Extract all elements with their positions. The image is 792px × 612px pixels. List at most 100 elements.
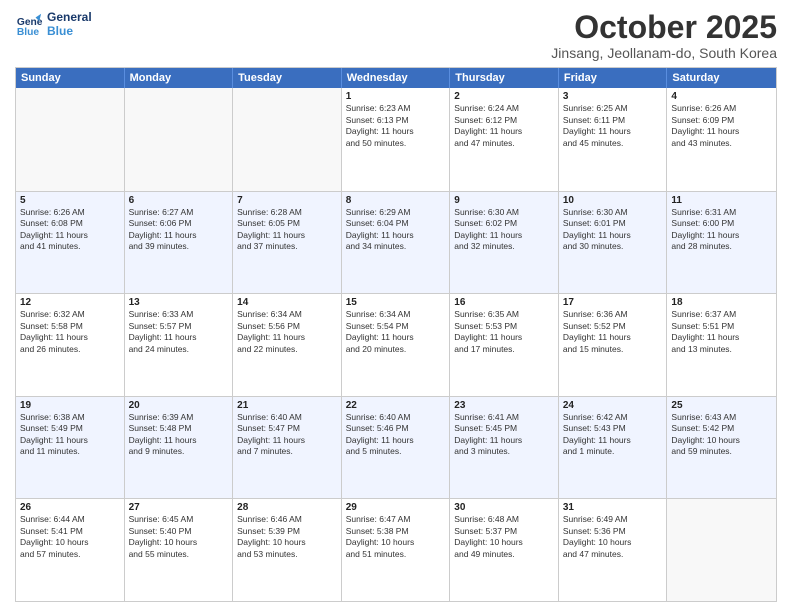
cell-info: Sunrise: 6:25 AM Sunset: 6:11 PM Dayligh… bbox=[563, 103, 663, 149]
calendar-cell: 25Sunrise: 6:43 AM Sunset: 5:42 PM Dayli… bbox=[667, 397, 776, 499]
day-number: 21 bbox=[237, 400, 337, 411]
calendar-cell: 29Sunrise: 6:47 AM Sunset: 5:38 PM Dayli… bbox=[342, 499, 451, 601]
day-number: 22 bbox=[346, 400, 446, 411]
calendar-cell: 17Sunrise: 6:36 AM Sunset: 5:52 PM Dayli… bbox=[559, 294, 668, 396]
cell-info: Sunrise: 6:26 AM Sunset: 6:08 PM Dayligh… bbox=[20, 207, 120, 253]
month-title: October 2025 bbox=[551, 10, 777, 45]
calendar-cell: 6Sunrise: 6:27 AM Sunset: 6:06 PM Daylig… bbox=[125, 192, 234, 294]
day-number: 16 bbox=[454, 297, 554, 308]
day-number: 2 bbox=[454, 91, 554, 102]
calendar-cell: 15Sunrise: 6:34 AM Sunset: 5:54 PM Dayli… bbox=[342, 294, 451, 396]
calendar-cell: 27Sunrise: 6:45 AM Sunset: 5:40 PM Dayli… bbox=[125, 499, 234, 601]
calendar-cell: 7Sunrise: 6:28 AM Sunset: 6:05 PM Daylig… bbox=[233, 192, 342, 294]
cell-info: Sunrise: 6:39 AM Sunset: 5:48 PM Dayligh… bbox=[129, 412, 229, 458]
cell-info: Sunrise: 6:40 AM Sunset: 5:46 PM Dayligh… bbox=[346, 412, 446, 458]
logo: General Blue General Blue bbox=[15, 10, 92, 39]
calendar-row: 26Sunrise: 6:44 AM Sunset: 5:41 PM Dayli… bbox=[16, 498, 776, 601]
cell-info: Sunrise: 6:33 AM Sunset: 5:57 PM Dayligh… bbox=[129, 309, 229, 355]
calendar-cell: 28Sunrise: 6:46 AM Sunset: 5:39 PM Dayli… bbox=[233, 499, 342, 601]
cell-info: Sunrise: 6:24 AM Sunset: 6:12 PM Dayligh… bbox=[454, 103, 554, 149]
calendar-cell: 2Sunrise: 6:24 AM Sunset: 6:12 PM Daylig… bbox=[450, 88, 559, 191]
page: General Blue General Blue October 2025 J… bbox=[0, 0, 792, 612]
cell-info: Sunrise: 6:44 AM Sunset: 5:41 PM Dayligh… bbox=[20, 514, 120, 560]
day-number: 31 bbox=[563, 502, 663, 513]
day-number: 1 bbox=[346, 91, 446, 102]
calendar-cell: 4Sunrise: 6:26 AM Sunset: 6:09 PM Daylig… bbox=[667, 88, 776, 191]
day-number: 27 bbox=[129, 502, 229, 513]
day-number: 19 bbox=[20, 400, 120, 411]
day-header-thursday: Thursday bbox=[450, 68, 559, 88]
calendar-cell: 19Sunrise: 6:38 AM Sunset: 5:49 PM Dayli… bbox=[16, 397, 125, 499]
calendar-cell: 22Sunrise: 6:40 AM Sunset: 5:46 PM Dayli… bbox=[342, 397, 451, 499]
day-number: 24 bbox=[563, 400, 663, 411]
header: General Blue General Blue October 2025 J… bbox=[15, 10, 777, 61]
day-number: 17 bbox=[563, 297, 663, 308]
cell-info: Sunrise: 6:42 AM Sunset: 5:43 PM Dayligh… bbox=[563, 412, 663, 458]
day-number: 29 bbox=[346, 502, 446, 513]
day-header-tuesday: Tuesday bbox=[233, 68, 342, 88]
day-header-monday: Monday bbox=[125, 68, 234, 88]
day-number: 26 bbox=[20, 502, 120, 513]
calendar-cell: 11Sunrise: 6:31 AM Sunset: 6:00 PM Dayli… bbox=[667, 192, 776, 294]
calendar-body: 1Sunrise: 6:23 AM Sunset: 6:13 PM Daylig… bbox=[16, 88, 776, 601]
calendar-cell: 31Sunrise: 6:49 AM Sunset: 5:36 PM Dayli… bbox=[559, 499, 668, 601]
calendar-cell: 14Sunrise: 6:34 AM Sunset: 5:56 PM Dayli… bbox=[233, 294, 342, 396]
empty-cell bbox=[667, 499, 776, 601]
calendar-cell: 30Sunrise: 6:48 AM Sunset: 5:37 PM Dayli… bbox=[450, 499, 559, 601]
cell-info: Sunrise: 6:29 AM Sunset: 6:04 PM Dayligh… bbox=[346, 207, 446, 253]
calendar: SundayMondayTuesdayWednesdayThursdayFrid… bbox=[15, 67, 777, 602]
location: Jinsang, Jeollanam-do, South Korea bbox=[551, 45, 777, 61]
day-number: 7 bbox=[237, 195, 337, 206]
day-number: 23 bbox=[454, 400, 554, 411]
logo-general: General bbox=[47, 10, 92, 24]
day-header-saturday: Saturday bbox=[667, 68, 776, 88]
svg-text:Blue: Blue bbox=[17, 28, 40, 39]
calendar-cell: 5Sunrise: 6:26 AM Sunset: 6:08 PM Daylig… bbox=[16, 192, 125, 294]
cell-info: Sunrise: 6:43 AM Sunset: 5:42 PM Dayligh… bbox=[671, 412, 772, 458]
day-number: 11 bbox=[671, 195, 772, 206]
cell-info: Sunrise: 6:46 AM Sunset: 5:39 PM Dayligh… bbox=[237, 514, 337, 560]
day-number: 20 bbox=[129, 400, 229, 411]
day-number: 12 bbox=[20, 297, 120, 308]
calendar-row: 5Sunrise: 6:26 AM Sunset: 6:08 PM Daylig… bbox=[16, 191, 776, 294]
empty-cell bbox=[125, 88, 234, 191]
cell-info: Sunrise: 6:36 AM Sunset: 5:52 PM Dayligh… bbox=[563, 309, 663, 355]
day-number: 15 bbox=[346, 297, 446, 308]
day-number: 25 bbox=[671, 400, 772, 411]
day-number: 18 bbox=[671, 297, 772, 308]
calendar-row: 19Sunrise: 6:38 AM Sunset: 5:49 PM Dayli… bbox=[16, 396, 776, 499]
day-number: 28 bbox=[237, 502, 337, 513]
calendar-cell: 18Sunrise: 6:37 AM Sunset: 5:51 PM Dayli… bbox=[667, 294, 776, 396]
day-header-wednesday: Wednesday bbox=[342, 68, 451, 88]
calendar-cell: 16Sunrise: 6:35 AM Sunset: 5:53 PM Dayli… bbox=[450, 294, 559, 396]
logo-icon: General Blue bbox=[15, 10, 43, 38]
day-number: 4 bbox=[671, 91, 772, 102]
day-header-friday: Friday bbox=[559, 68, 668, 88]
day-number: 3 bbox=[563, 91, 663, 102]
calendar-cell: 24Sunrise: 6:42 AM Sunset: 5:43 PM Dayli… bbox=[559, 397, 668, 499]
cell-info: Sunrise: 6:32 AM Sunset: 5:58 PM Dayligh… bbox=[20, 309, 120, 355]
day-number: 30 bbox=[454, 502, 554, 513]
day-number: 10 bbox=[563, 195, 663, 206]
calendar-cell: 13Sunrise: 6:33 AM Sunset: 5:57 PM Dayli… bbox=[125, 294, 234, 396]
logo-blue: Blue bbox=[47, 24, 92, 38]
cell-info: Sunrise: 6:34 AM Sunset: 5:54 PM Dayligh… bbox=[346, 309, 446, 355]
day-number: 13 bbox=[129, 297, 229, 308]
cell-info: Sunrise: 6:48 AM Sunset: 5:37 PM Dayligh… bbox=[454, 514, 554, 560]
day-number: 9 bbox=[454, 195, 554, 206]
cell-info: Sunrise: 6:23 AM Sunset: 6:13 PM Dayligh… bbox=[346, 103, 446, 149]
cell-info: Sunrise: 6:30 AM Sunset: 6:01 PM Dayligh… bbox=[563, 207, 663, 253]
calendar-row: 12Sunrise: 6:32 AM Sunset: 5:58 PM Dayli… bbox=[16, 293, 776, 396]
cell-info: Sunrise: 6:47 AM Sunset: 5:38 PM Dayligh… bbox=[346, 514, 446, 560]
calendar-cell: 23Sunrise: 6:41 AM Sunset: 5:45 PM Dayli… bbox=[450, 397, 559, 499]
calendar-cell: 21Sunrise: 6:40 AM Sunset: 5:47 PM Dayli… bbox=[233, 397, 342, 499]
calendar-cell: 20Sunrise: 6:39 AM Sunset: 5:48 PM Dayli… bbox=[125, 397, 234, 499]
calendar-cell: 1Sunrise: 6:23 AM Sunset: 6:13 PM Daylig… bbox=[342, 88, 451, 191]
cell-info: Sunrise: 6:26 AM Sunset: 6:09 PM Dayligh… bbox=[671, 103, 772, 149]
calendar-header: SundayMondayTuesdayWednesdayThursdayFrid… bbox=[16, 68, 776, 88]
calendar-cell: 3Sunrise: 6:25 AM Sunset: 6:11 PM Daylig… bbox=[559, 88, 668, 191]
cell-info: Sunrise: 6:34 AM Sunset: 5:56 PM Dayligh… bbox=[237, 309, 337, 355]
cell-info: Sunrise: 6:41 AM Sunset: 5:45 PM Dayligh… bbox=[454, 412, 554, 458]
calendar-cell: 9Sunrise: 6:30 AM Sunset: 6:02 PM Daylig… bbox=[450, 192, 559, 294]
calendar-cell: 26Sunrise: 6:44 AM Sunset: 5:41 PM Dayli… bbox=[16, 499, 125, 601]
